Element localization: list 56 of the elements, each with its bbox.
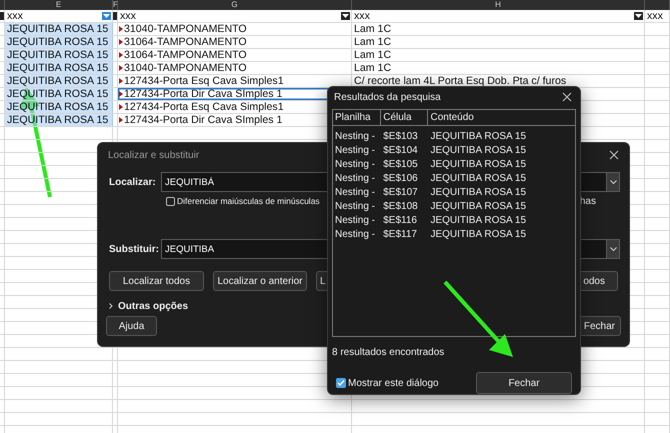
table-cell-text: JEQUITIBA ROSA 15 (429, 186, 528, 200)
table-cell-text: Nesting - (334, 200, 376, 214)
filter-header-text: xxx (119, 10, 136, 22)
checkbox-label: Mostrar este diálogo (348, 376, 439, 390)
filter-header-text: xxx (6, 10, 23, 22)
table-cell: 127434-Porta Dir Cava SImples 1 (123, 88, 282, 100)
table-cell: 31040-TAMPONAMENTO (123, 62, 247, 74)
table-cell-text: JEQUITIBA ROSA 15 (6, 75, 108, 87)
table-cell-text: Nesting - (334, 144, 376, 158)
table-cell: 127434-Porta Esq Cava Simples1 (123, 101, 284, 113)
table-cell-text: Nesting - (334, 228, 376, 242)
dialog-title: Localizar e substituir (108, 148, 200, 162)
results-count: 8 resultados encontrados (332, 347, 444, 358)
table-cell-text: Lam 1C (353, 62, 392, 74)
table-cell-text: $E$103 (382, 130, 419, 144)
table-cell: 31064-TAMPONAMENTO (123, 49, 247, 61)
table-cell-text: Nesting - (334, 186, 376, 200)
table-cell-text: JEQUITIBA ROSA 15 (429, 130, 528, 144)
table-cell-text: JEQUITIBA ROSA 15 (429, 228, 528, 242)
table-cell-text: JEQUITIBA ROSA 15 (429, 144, 528, 158)
table-cell-text: JEQUITIBA ROSA 15 (6, 62, 108, 74)
table-cell: 127434-Porta Esq Cava Simples1 (123, 75, 284, 87)
table-cell-text: $E$108 (382, 200, 419, 214)
table-cell-text: $E$104 (382, 144, 419, 158)
table-cell-text: JEQUITIBA ROSA 15 (429, 200, 528, 214)
table-cell-text: JEQUITIBA ROSA 15 (6, 101, 108, 113)
table-cell-text: $E$117 (382, 228, 418, 242)
table-cell-text: Nesting - (334, 158, 376, 172)
table-cell-text: Lam 1C (353, 49, 392, 61)
table-cell-text: Nesting - (334, 172, 376, 186)
table-cell-text: JEQUITIBA ROSA 15 (429, 158, 528, 172)
table-cell: 127434-Porta Dir Cava SImples 1 (123, 114, 282, 126)
table-cell-text: Lam 1C (353, 36, 392, 48)
table-cell-text: Lam 1C (353, 23, 392, 35)
table-cell-text: JEQUITIBA ROSA 15 (6, 36, 108, 48)
table-cell-text: JEQUITIBA ROSA 15 (6, 114, 108, 126)
table-cell-text: $E$107 (382, 186, 419, 200)
table-cell-text: JEQUITIBA ROSA 15 (6, 49, 108, 61)
table-cell-text: JEQUITIBA ROSA 15 (6, 88, 108, 100)
table-cell-text: JEQUITIBA ROSA 15 (429, 172, 528, 186)
table-cell-text: $E$105 (382, 158, 419, 172)
table-cell: 31040-TAMPONAMENTO (123, 23, 247, 35)
table-cell-text: JEQUITIBA ROSA 15 (6, 23, 108, 35)
filter-header-text: xxx (353, 10, 370, 22)
checkbox-label: Diferenciar maiúsculas de minúsculas (177, 194, 320, 208)
table-cell-text: Nesting - (334, 214, 376, 228)
filter-header-text: xxx (646, 10, 663, 22)
field-label: Localizar: (109, 176, 157, 190)
table-cell-text: $E$106 (382, 172, 419, 186)
table-cell-text: JEQUITIBA ROSA 15 (429, 214, 528, 228)
table-cell-text: Nesting - (334, 130, 376, 144)
field-label: Substituir: (109, 242, 160, 256)
table-cell-text: C/ recorte lam 4L Porta Esq Dob. Pta c/ furos (353, 75, 566, 87)
table-cell: 31064-TAMPONAMENTO (123, 36, 247, 48)
dialog-title: Resultados da pesquisa (334, 90, 441, 104)
table-cell-text: $E$116 (382, 214, 418, 228)
